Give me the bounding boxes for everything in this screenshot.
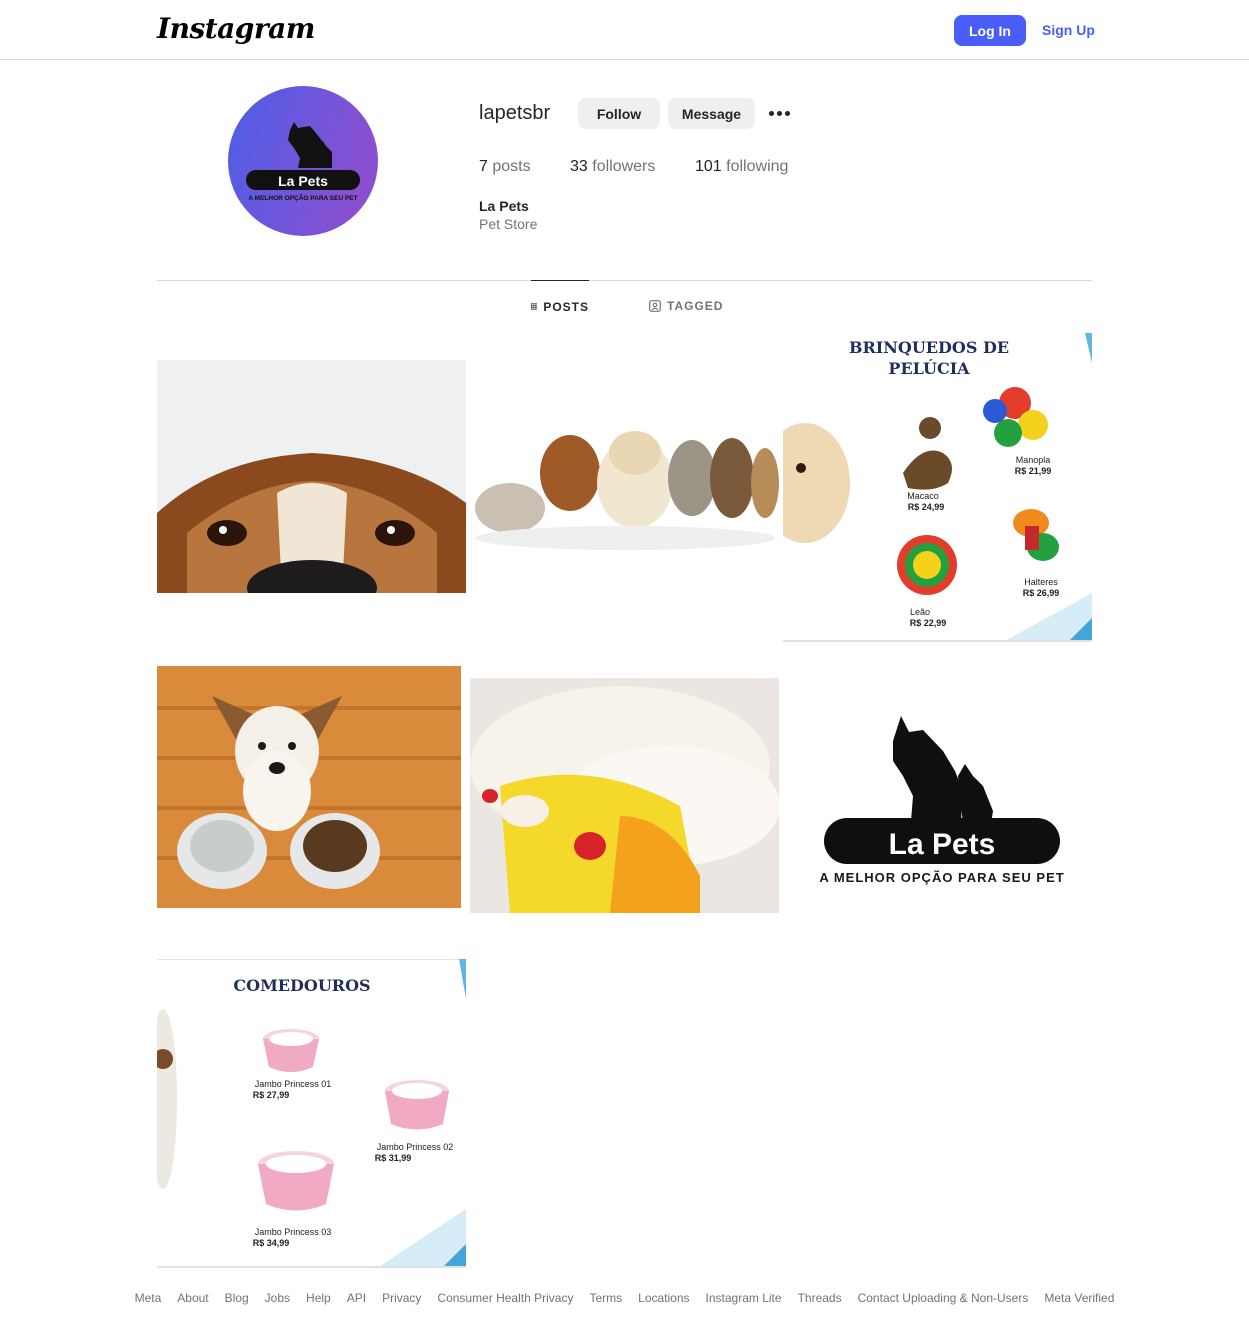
logo-post-tagline: A MELHOR OPÇÃO PARA SEU PET [819, 870, 1064, 885]
footer-link-about[interactable]: About [177, 1291, 208, 1305]
feeders-title: COMEDOUROS [233, 976, 370, 995]
logo-post-brand: La Pets [889, 828, 996, 861]
footer-link-locations[interactable]: Locations [638, 1291, 689, 1305]
footer-link-instagram-lite[interactable]: Instagram Lite [706, 1291, 782, 1305]
feeder-item-price-1: R$ 27,99 [253, 1090, 290, 1100]
profile-username: lapetsbr [479, 102, 551, 124]
dog-peeking-photo [157, 333, 466, 642]
post-tile-dog-bowls[interactable] [157, 646, 466, 955]
tab-tagged[interactable]: TAGGED [649, 280, 723, 332]
footer-links: Meta About Blog Jobs Help API Privacy Co… [0, 1291, 1249, 1305]
follow-button[interactable]: Follow [578, 98, 660, 129]
message-button[interactable]: Message [668, 98, 755, 129]
footer-link-privacy[interactable]: Privacy [382, 1291, 421, 1305]
footer-link-help[interactable]: Help [306, 1291, 331, 1305]
avatar-tagline-text: A MELHOR OPÇÃO PARA SEU PET [248, 193, 357, 202]
post-tile-puppy-plush[interactable] [470, 646, 779, 955]
footer-link-meta-verified[interactable]: Meta Verified [1044, 1291, 1114, 1305]
plush-item-price-macaco: R$ 24,99 [908, 502, 945, 512]
footer-link-blog[interactable]: Blog [225, 1291, 249, 1305]
post-tile-dog-peeking[interactable] [157, 333, 466, 642]
plush-item-price-halteres: R$ 26,99 [1023, 588, 1060, 598]
profile-category: Pet Store [479, 216, 538, 232]
post-tile-puppies-kittens[interactable] [470, 333, 779, 642]
tab-posts[interactable]: POSTS [531, 280, 589, 332]
tab-tagged-label: TAGGED [667, 299, 724, 313]
footer-link-meta[interactable]: Meta [135, 1291, 162, 1305]
plush-toys-ad: BRINQUEDOS DE PELÚCIA Manopla R$ 21,99 M… [783, 333, 1092, 642]
profile-full-name: La Pets [479, 198, 529, 214]
plush-item-name-manopla: Manopla [1016, 455, 1051, 465]
puppies-kittens-photo [470, 333, 779, 642]
footer-link-threads[interactable]: Threads [798, 1291, 842, 1305]
footer-link-terms[interactable]: Terms [589, 1291, 622, 1305]
posts-count-stat: 7 posts [479, 158, 531, 176]
feeders-ad: COMEDOUROS Jambo Princess 01 R$ 27,99 Ja… [157, 959, 466, 1268]
plush-item-price-leao: R$ 22,99 [910, 618, 947, 628]
feeder-item-name-3: Jambo Princess 03 [255, 1227, 332, 1237]
plush-item-name-leao: Leão [910, 607, 930, 617]
posts-count: 7 [479, 158, 488, 175]
footer-link-jobs[interactable]: Jobs [265, 1291, 290, 1305]
post-tile-plush-toys[interactable]: BRINQUEDOS DE PELÚCIA Manopla R$ 21,99 M… [783, 333, 1092, 642]
more-options-icon[interactable] [766, 102, 792, 124]
tagged-icon [649, 300, 661, 312]
posts-count-label: posts [492, 158, 531, 175]
top-navigation-bar: Instagram Log In Sign Up [0, 0, 1249, 60]
grid-icon [531, 303, 538, 310]
instagram-logo[interactable]: Instagram [157, 12, 315, 45]
profile-avatar[interactable]: La Pets A MELHOR OPÇÃO PARA SEU PET [228, 86, 378, 236]
feeder-item-price-2: R$ 31,99 [375, 1153, 412, 1163]
footer-link-contact-uploading[interactable]: Contact Uploading & Non-Users [858, 1291, 1029, 1305]
avatar-brand-text: La Pets [278, 173, 328, 189]
followers-count: 33 [570, 158, 588, 175]
footer-link-api[interactable]: API [347, 1291, 366, 1305]
plush-title-line1: BRINQUEDOS DE [849, 338, 1009, 357]
footer-link-consumer-health-privacy[interactable]: Consumer Health Privacy [437, 1291, 573, 1305]
plush-title-line2: PELÚCIA [888, 358, 970, 378]
tab-posts-label: POSTS [543, 299, 589, 314]
plush-item-price-manopla: R$ 21,99 [1015, 466, 1052, 476]
la-pets-logo-post: La Pets A MELHOR OPÇÃO PARA SEU PET [783, 646, 1092, 955]
log-in-button[interactable]: Log In [954, 15, 1026, 46]
feeder-item-name-2: Jambo Princess 02 [377, 1142, 454, 1152]
post-tile-feeders[interactable]: COMEDOUROS Jambo Princess 01 R$ 27,99 Ja… [157, 959, 466, 1268]
avatar-logo-image: La Pets A MELHOR OPÇÃO PARA SEU PET [228, 86, 378, 236]
post-tile-la-pets-logo[interactable]: La Pets A MELHOR OPÇÃO PARA SEU PET [783, 646, 1092, 955]
following-label: following [726, 158, 789, 175]
feeder-item-name-1: Jambo Princess 01 [255, 1079, 332, 1089]
following-count: 101 [695, 158, 722, 175]
tabs-divider [157, 280, 1092, 281]
plush-item-name-halteres: Halteres [1024, 577, 1058, 587]
following-stat[interactable]: 101 following [695, 158, 788, 176]
puppy-plush-photo [470, 646, 779, 955]
followers-label: followers [592, 158, 656, 175]
plush-item-name-macaco: Macaco [907, 491, 939, 501]
feeder-item-price-3: R$ 34,99 [253, 1238, 290, 1248]
dog-bowls-photo [157, 646, 466, 955]
sign-up-link[interactable]: Sign Up [1042, 22, 1095, 38]
followers-stat[interactable]: 33 followers [570, 158, 655, 176]
